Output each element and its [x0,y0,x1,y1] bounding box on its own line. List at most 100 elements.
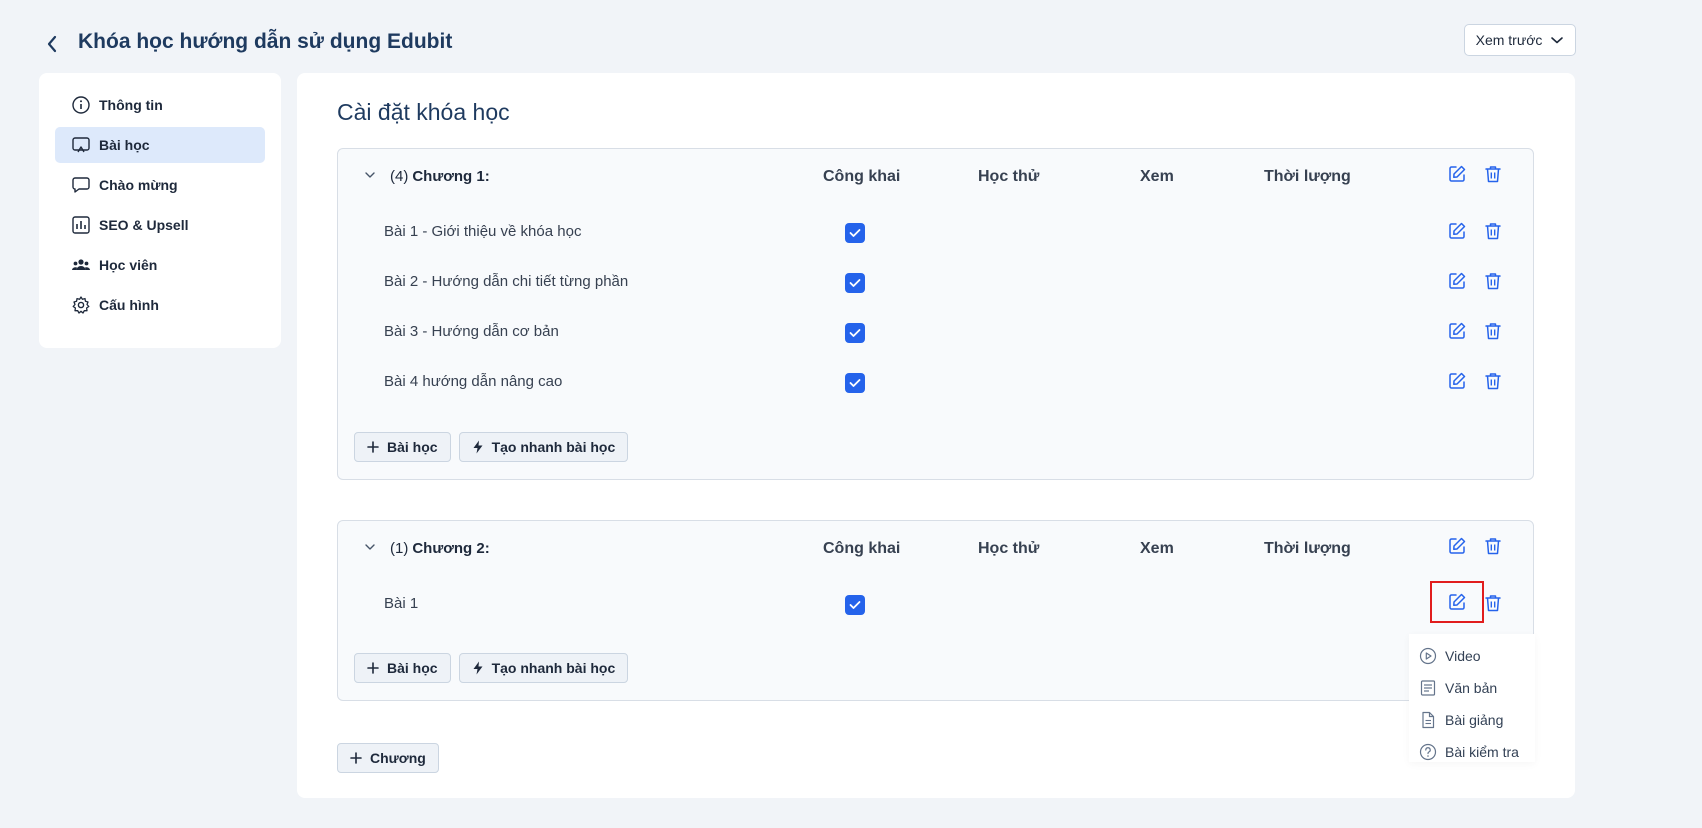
plus-icon [367,441,379,453]
column-public: Công khai [823,168,901,185]
main-panel: Cài đặt khóa học (4) Chương 1: Công khai … [297,73,1575,798]
sidebar-item-seo-upsell[interactable]: SEO & Upsell [55,207,265,243]
public-checkbox[interactable] [845,323,865,343]
sidebar-item-label: Thông tin [99,97,163,113]
menu-item-label: Bài kiểm tra [1445,744,1519,760]
checkmark-icon [849,279,861,287]
edit-lesson-button[interactable] [1444,268,1470,294]
delete-lesson-button[interactable] [1480,268,1506,294]
lesson-name: Bài 4 hướng dẫn nâng cao [384,373,563,390]
file-icon [1422,711,1435,729]
chapter-collapse-toggle[interactable] [362,539,378,555]
chapter-collapse-toggle[interactable] [362,167,378,183]
menu-item-text[interactable]: Văn bản [1409,672,1535,704]
delete-lesson-button[interactable] [1480,590,1506,616]
menu-item-label: Video [1445,648,1481,664]
add-lesson-label: Bài học [387,439,438,455]
trash-icon [1485,166,1501,183]
menu-item-label: Văn bản [1445,680,1498,696]
menu-item-label: Bài giảng [1445,712,1504,728]
chevron-down-icon [365,172,375,178]
edit-icon [1449,272,1466,289]
edit-lesson-button[interactable] [1444,218,1470,244]
delete-lesson-button[interactable] [1480,368,1506,394]
public-checkbox[interactable] [845,373,865,393]
sidebar-item-students[interactable]: Học viên [55,247,265,283]
trash-icon [1485,538,1501,555]
edit-lesson-button-highlighted[interactable] [1430,581,1484,623]
lesson-actions: Bài học Tạo nhanh bài học [354,653,629,683]
chapter-card: (1) Chương 2: Công khai Học thử Xem Thời … [337,520,1534,701]
lesson-name: Bài 3 - Hướng dẫn cơ bản [384,323,559,340]
sidebar-item-settings[interactable]: Cấu hình [55,287,265,323]
chevron-down-icon [365,544,375,550]
edit-lesson-button[interactable] [1444,368,1470,394]
checkmark-icon [849,229,861,237]
sidebar-item-label: Bài học [99,137,150,153]
users-icon [72,259,90,270]
plus-icon [350,752,362,764]
edit-chapter-button[interactable] [1444,161,1470,187]
checkmark-icon [849,329,861,337]
edit-chapter-button[interactable] [1444,533,1470,559]
public-checkbox[interactable] [845,223,865,243]
sidebar-item-info[interactable]: Thông tin [55,87,265,123]
edit-icon [1449,372,1466,389]
chapter-title: (4) Chương 1: [390,168,490,185]
column-trial: Học thử [978,540,1040,557]
add-chapter-button[interactable]: Chương [337,743,439,773]
question-circle-icon [1419,743,1437,761]
play-circle-icon [1419,647,1437,665]
delete-chapter-button[interactable] [1480,533,1506,559]
trash-icon [1485,323,1501,340]
lesson-name: Bài 1 - Giới thiệu về khóa học [384,223,582,240]
lightning-icon [473,661,483,675]
quick-create-label: Tạo nhanh bài học [491,439,616,455]
page-header: Khóa học hướng dẫn sử dụng Edubit Xem tr… [40,24,1576,64]
menu-item-video[interactable]: Video [1409,640,1535,672]
delete-lesson-button[interactable] [1480,218,1506,244]
public-checkbox[interactable] [845,273,865,293]
back-button[interactable] [40,28,64,60]
preview-label: Xem trước [1475,32,1543,48]
chapter-name: Chương 2: [412,540,490,557]
chapter-name: Chương 1: [412,168,490,185]
lesson-row: Bài 1 [338,581,1533,629]
edit-lesson-button[interactable] [1444,318,1470,344]
add-lesson-button[interactable]: Bài học [354,653,451,683]
public-checkbox[interactable] [845,595,865,615]
edit-icon [1449,222,1466,239]
menu-item-lecture[interactable]: Bài giảng [1409,704,1535,736]
sidebar-item-welcome[interactable]: Chào mừng [55,167,265,203]
column-view: Xem [1140,168,1174,185]
chapter-header: (1) Chương 2: Công khai Học thử Xem Thời … [338,521,1533,577]
chevron-left-icon [47,35,57,53]
trash-icon [1485,273,1501,290]
edit-icon [1449,593,1466,610]
menu-item-quiz[interactable]: Bài kiểm tra [1409,736,1535,768]
lesson-row: Bài 3 - Hướng dẫn cơ bản [338,311,1533,357]
column-duration: Thời lượng [1264,168,1351,185]
delete-chapter-button[interactable] [1480,161,1506,187]
lesson-type-menu: Video Văn bản Bài giảng Bài kiểm tra [1409,634,1535,762]
quick-create-lesson-button[interactable]: Tạo nhanh bài học [458,432,629,462]
chapter-card: (4) Chương 1: Công khai Học thử Xem Thời … [337,148,1534,480]
section-title: Cài đặt khóa học [337,99,510,125]
page-title: Khóa học hướng dẫn sử dụng Edubit [78,30,453,53]
gear-icon [72,296,90,314]
lightning-icon [473,440,483,454]
chat-bubble-icon [72,177,90,193]
add-lesson-button[interactable]: Bài học [354,432,451,462]
lesson-screen-icon [72,137,90,153]
checkmark-icon [849,601,861,609]
sidebar-item-lessons[interactable]: Bài học [55,127,265,163]
delete-lesson-button[interactable] [1480,318,1506,344]
checkmark-icon [849,379,861,387]
preview-dropdown[interactable]: Xem trước [1464,24,1576,56]
column-view: Xem [1140,540,1174,557]
sidebar-item-label: Chào mừng [99,177,178,193]
lesson-count: (4) [390,168,409,185]
column-public: Công khai [823,540,901,557]
quick-create-lesson-button[interactable]: Tạo nhanh bài học [458,653,629,683]
trash-icon [1485,595,1501,612]
